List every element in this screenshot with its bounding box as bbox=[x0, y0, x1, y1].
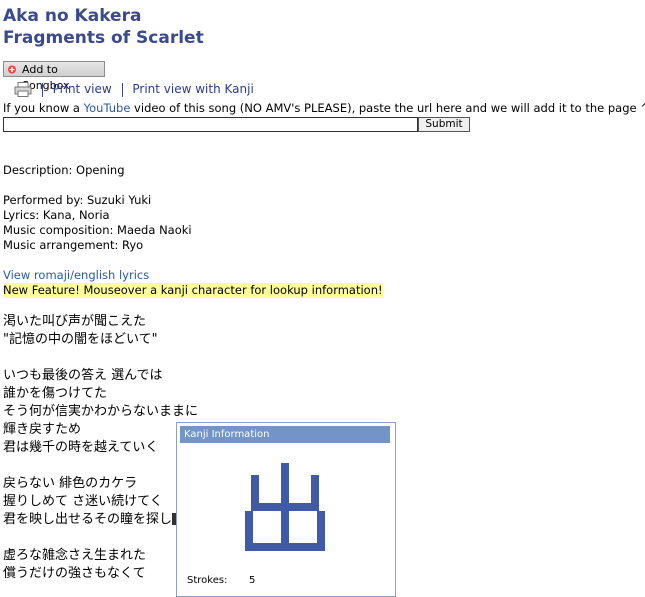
lyric-line: "記憶の中の闇をほどいて" bbox=[3, 332, 158, 347]
print-links: Print view Print view with Kanji bbox=[14, 80, 254, 98]
lyric-line: 輝き戻すため bbox=[3, 422, 82, 437]
lyric-line: そう何が信実かわからないままに bbox=[3, 404, 199, 419]
add-to-songbox-button[interactable]: Add to Songbox bbox=[3, 61, 105, 92]
youtube-prompt: If you know a YouTube video of this song… bbox=[3, 101, 645, 115]
song-title-english: Fragments of Scarlet bbox=[3, 28, 204, 48]
lyric-line: いつも最後の答え 選んでは bbox=[3, 368, 163, 383]
popup-header: Kanji Information bbox=[180, 426, 390, 443]
performer-text: Performed by: Suzuki Yuki bbox=[3, 193, 152, 207]
kanji-glyph bbox=[245, 463, 325, 551]
strokes-label: Strokes: bbox=[187, 575, 228, 586]
print-view-kanji-link[interactable]: Print view with Kanji bbox=[132, 82, 253, 96]
strokes-value: 5 bbox=[249, 575, 256, 586]
lyric-line: 虚ろな雑念さえ生まれた bbox=[3, 548, 147, 563]
lyric-line: 握りしめて さ迷い続けてく bbox=[3, 494, 163, 509]
lyric-line: 渇いた叫び声が聞こえた bbox=[3, 314, 147, 329]
add-icon bbox=[8, 65, 16, 74]
separator bbox=[121, 82, 123, 97]
youtube-link[interactable]: YouTube bbox=[84, 101, 131, 115]
lyric-line: 戻らない 緋色のカケラ bbox=[3, 476, 138, 491]
lyricist-text: Lyrics: Kana, Noria bbox=[3, 208, 110, 222]
submit-button[interactable]: Submit bbox=[418, 117, 470, 132]
youtube-url-input[interactable] bbox=[3, 117, 418, 132]
lyric-line: 償うだけの強さもなくて bbox=[3, 566, 146, 581]
arranger-text: Music arrangement: Ryo bbox=[3, 238, 144, 252]
song-title-romaji: Aka no Kakera bbox=[3, 6, 142, 26]
lyric-line: 君を映し出せるその瞳を探し bbox=[3, 512, 173, 527]
lyric-line: 誰かを傷つけてた bbox=[3, 386, 108, 401]
description-text: Description: Opening bbox=[3, 163, 125, 177]
lyric-line: 君は幾千の時を越えていく bbox=[3, 440, 159, 455]
romaji-english-link[interactable]: View romaji/english lyrics bbox=[3, 268, 149, 283]
kanji-info-popup: Kanji Information Strokes: 5 bbox=[176, 422, 396, 597]
printer-icon[interactable] bbox=[14, 82, 32, 97]
composer-text: Music composition: Maeda Naoki bbox=[3, 223, 192, 237]
separator bbox=[41, 82, 43, 97]
new-feature-notice: New Feature! Mouseover a kanji character… bbox=[3, 283, 383, 298]
print-view-link[interactable]: Print view bbox=[53, 82, 112, 96]
